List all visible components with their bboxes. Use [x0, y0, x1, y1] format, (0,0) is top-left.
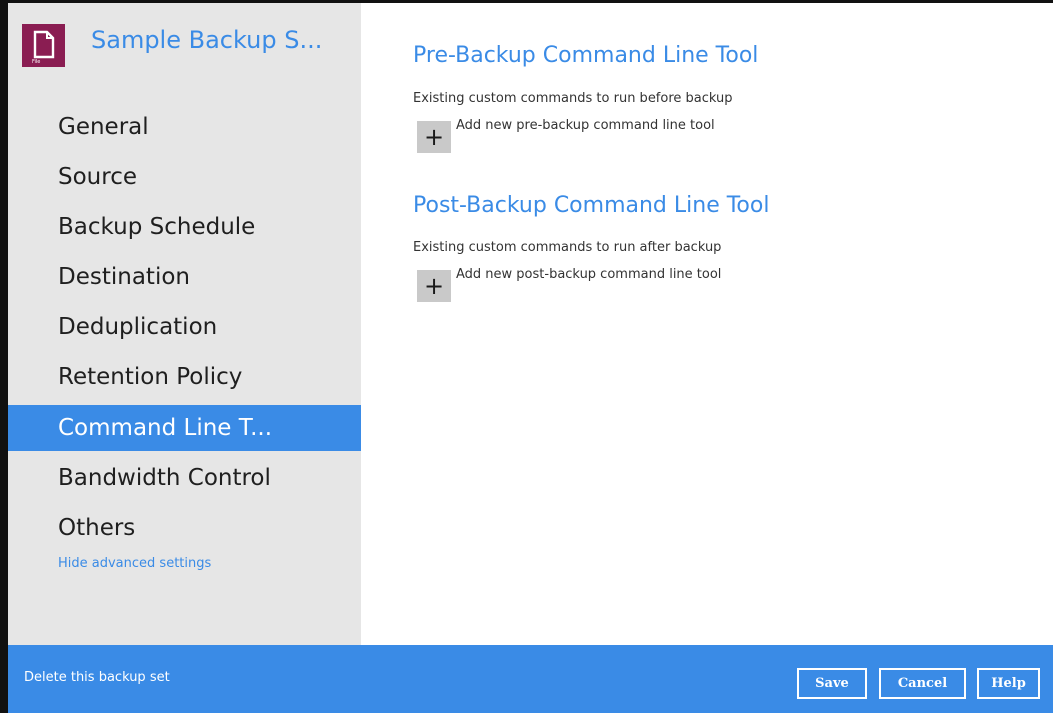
settings-window: File Sample Backup S... General Source B… — [0, 0, 1053, 713]
post-backup-description: Existing custom commands to run after ba… — [413, 240, 722, 255]
add-pre-backup-button[interactable]: + — [417, 121, 451, 153]
footer-bar: Delete this backup set Save Cancel Help — [8, 645, 1053, 713]
sidebar-item-bandwidth-control[interactable]: Bandwidth Control — [8, 455, 361, 501]
sidebar-item-deduplication[interactable]: Deduplication — [8, 304, 361, 350]
pre-backup-title: Pre-Backup Command Line Tool — [413, 43, 759, 68]
app-title: Sample Backup S... — [91, 26, 323, 54]
cancel-button[interactable]: Cancel — [879, 668, 966, 699]
sidebar-item-command-line-tool[interactable]: Command Line T... — [8, 405, 361, 451]
add-post-backup-label[interactable]: Add new post-backup command line tool — [456, 267, 721, 282]
save-button[interactable]: Save — [797, 668, 867, 699]
sidebar-item-retention-policy[interactable]: Retention Policy — [8, 354, 361, 400]
post-backup-title: Post-Backup Command Line Tool — [413, 193, 770, 218]
sidebar: File Sample Backup S... General Source B… — [8, 3, 361, 645]
sidebar-item-general[interactable]: General — [8, 104, 361, 150]
hide-advanced-settings-link[interactable]: Hide advanced settings — [58, 556, 211, 571]
delete-backup-set-link[interactable]: Delete this backup set — [24, 670, 170, 685]
logo-label: File — [32, 59, 41, 65]
sidebar-item-backup-schedule[interactable]: Backup Schedule — [8, 204, 361, 250]
pre-backup-description: Existing custom commands to run before b… — [413, 91, 733, 106]
plus-icon: + — [423, 123, 445, 151]
sidebar-item-destination[interactable]: Destination — [8, 254, 361, 300]
file-icon: File — [22, 24, 65, 67]
add-post-backup-button[interactable]: + — [417, 270, 451, 302]
add-pre-backup-label[interactable]: Add new pre-backup command line tool — [456, 118, 715, 133]
plus-icon: + — [423, 272, 445, 300]
help-button[interactable]: Help — [977, 668, 1040, 699]
sidebar-item-others[interactable]: Others — [8, 505, 361, 551]
sidebar-item-source[interactable]: Source — [8, 154, 361, 200]
